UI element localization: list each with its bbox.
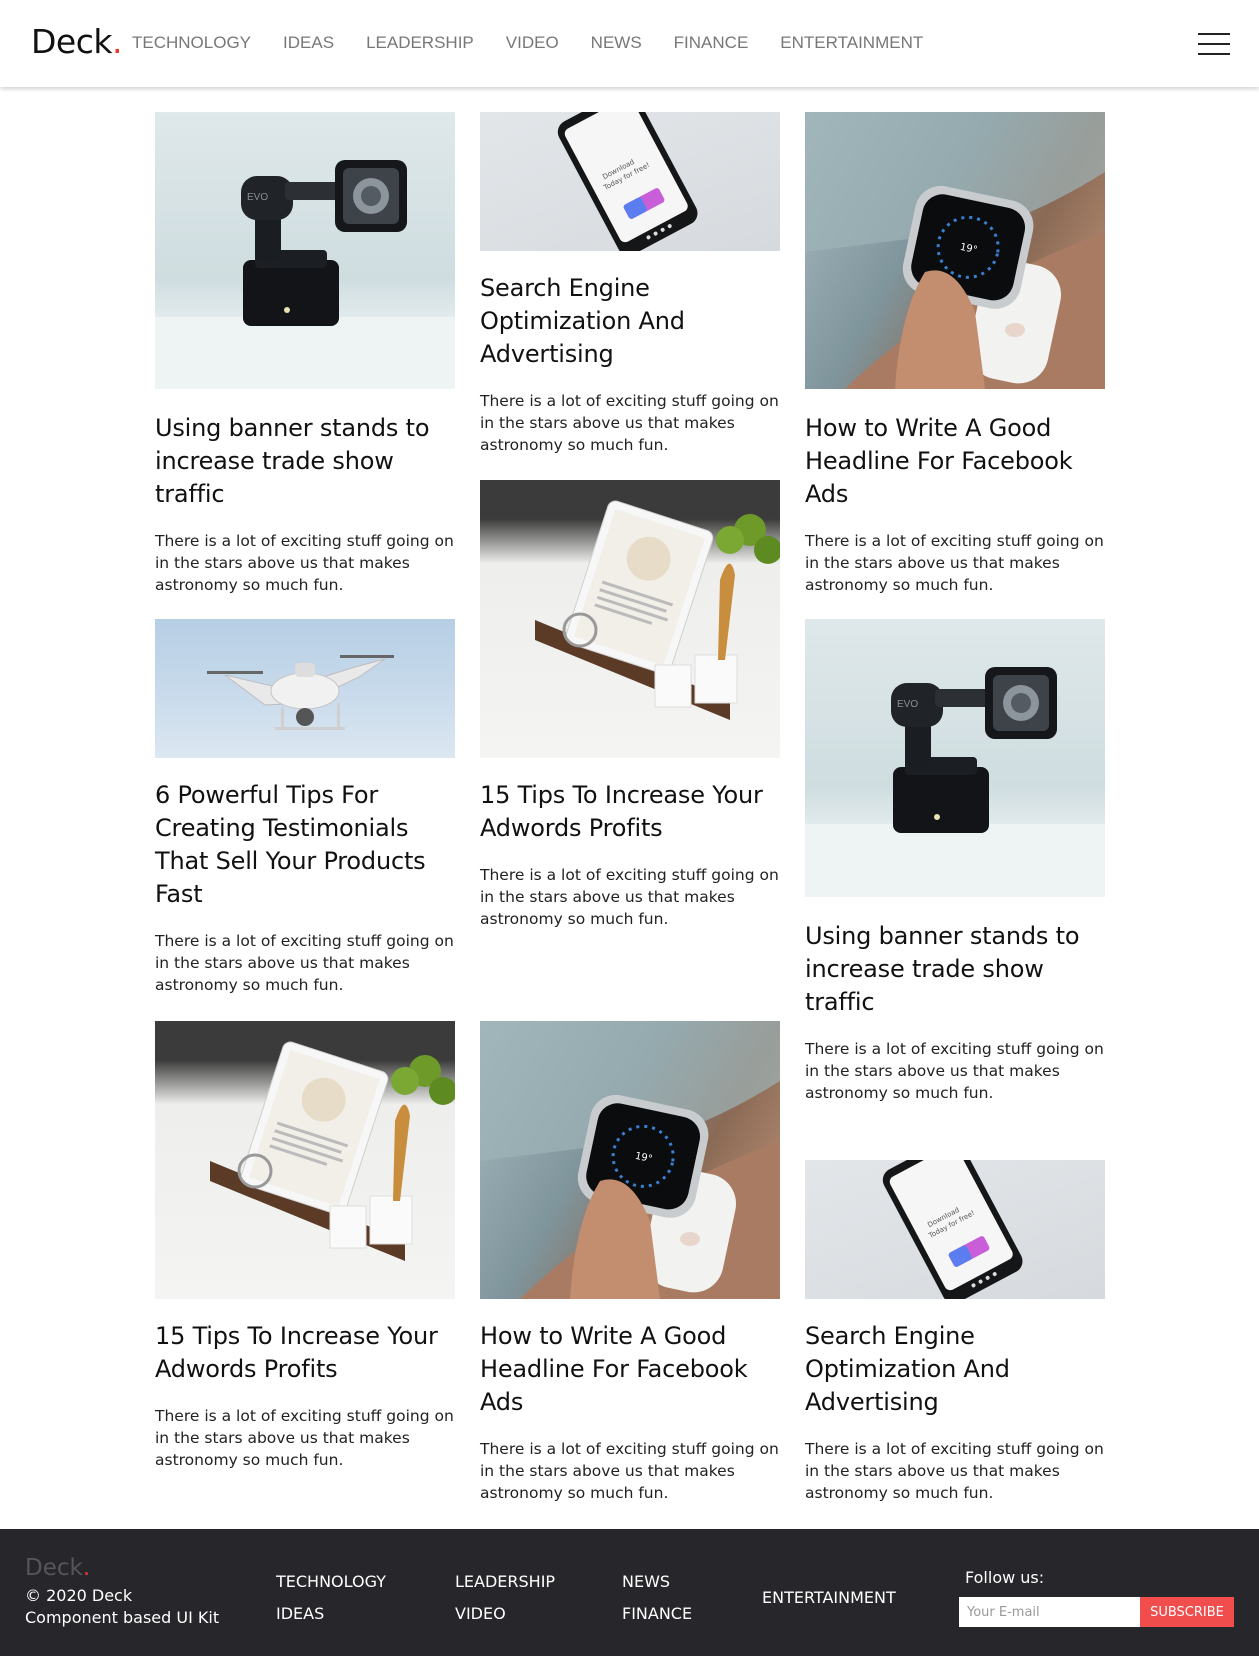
gimbal-camera-image[interactable]: EVO [805,619,1105,897]
footer-logo-text: Deck [25,1555,83,1581]
article-title[interactable]: Using banner stands to increase trade sh… [805,920,1105,1019]
smartwatch-image[interactable]: 19° [480,1021,780,1299]
nav-video[interactable]: VIDEO [506,33,559,53]
tablet-kitchen-image[interactable] [155,1021,455,1299]
top-navbar: Deck. TECHNOLOGY IDEAS LEADERSHIP VIDEO … [0,0,1259,87]
footer-logo-dot: . [82,1555,91,1581]
article-excerpt: There is a lot of exciting stuff going o… [155,1407,454,1469]
article-title[interactable]: 6 Powerful Tips For Creating Testimonial… [155,779,455,911]
article-title[interactable]: How to Write A Good Headline For Faceboo… [480,1320,780,1419]
article-title[interactable]: Using banner stands to increase trade sh… [155,412,455,511]
article-excerpt: There is a lot of exciting stuff going o… [155,532,454,594]
article-card[interactable]: 19° How to Write A Good Headline For Fac… [480,1021,780,1504]
smartphone-image[interactable]: Download Today for free! [480,112,780,251]
footer-link-entertainment[interactable]: ENTERTAINMENT [762,1588,896,1607]
site-footer: Deck. © 2020 Deck Component based UI Kit… [0,1529,1259,1656]
nav-finance[interactable]: FINANCE [674,33,749,53]
article-card[interactable]: Download Today for free! Search Engine O… [805,1160,1105,1504]
article-card[interactable]: EVO Using banner stands to increase trad… [155,112,455,596]
copyright-text: © 2020 Deck [25,1586,133,1605]
drone-image[interactable] [155,619,455,758]
footer-link-news[interactable]: NEWS [622,1572,670,1591]
footer-logo[interactable]: Deck. [25,1555,90,1581]
article-excerpt: There is a lot of exciting stuff going o… [805,1040,1104,1102]
article-excerpt: There is a lot of exciting stuff going o… [480,392,779,454]
article-card[interactable]: Download Today for free! Search Engine O… [480,112,780,456]
tablet-kitchen-image[interactable] [480,480,780,758]
brand-logo-dot: . [111,22,123,61]
footer-link-ideas[interactable]: IDEAS [276,1604,324,1623]
article-title[interactable]: Search Engine Optimization And Advertisi… [480,272,780,371]
svg-text:EVO: EVO [897,699,918,710]
smartwatch-image[interactable]: 19° [805,112,1105,389]
article-excerpt: There is a lot of exciting stuff going o… [480,1440,779,1502]
footer-link-video[interactable]: VIDEO [455,1604,506,1623]
brand-logo[interactable]: Deck. [31,22,122,61]
nav-leadership[interactable]: LEADERSHIP [366,33,474,53]
smartphone-image[interactable]: Download Today for free! [805,1160,1105,1299]
nav-entertainment[interactable]: ENTERTAINMENT [780,33,923,53]
tagline-text: Component based UI Kit [25,1608,220,1627]
article-card[interactable]: 6 Powerful Tips For Creating Testimonial… [155,619,455,996]
article-title[interactable]: How to Write A Good Headline For Faceboo… [805,412,1105,511]
footer-link-leadership[interactable]: LEADERSHIP [455,1572,555,1591]
article-title[interactable]: 15 Tips To Increase Your Adwords Profits [155,1320,455,1386]
nav-technology[interactable]: TECHNOLOGY [132,33,251,53]
follow-us-label: Follow us: [965,1568,1045,1587]
article-title[interactable]: Search Engine Optimization And Advertisi… [805,1320,1105,1419]
brand-logo-text: Deck [31,22,112,61]
article-excerpt: There is a lot of exciting stuff going o… [805,532,1104,594]
hamburger-menu-icon[interactable] [1198,33,1230,55]
article-excerpt: There is a lot of exciting stuff going o… [805,1440,1104,1502]
svg-text:EVO: EVO [247,192,268,203]
subscribe-button[interactable]: SUBSCRIBE [1140,1597,1234,1627]
article-excerpt: There is a lot of exciting stuff going o… [155,932,454,994]
footer-link-finance[interactable]: FINANCE [622,1604,692,1623]
nav-news[interactable]: NEWS [591,33,642,53]
article-card[interactable]: 15 Tips To Increase Your Adwords Profits… [480,480,780,930]
article-card[interactable]: 15 Tips To Increase Your Adwords Profits… [155,1021,455,1471]
article-excerpt: There is a lot of exciting stuff going o… [480,866,779,928]
email-input[interactable] [959,1597,1140,1627]
footer-link-technology[interactable]: TECHNOLOGY [276,1572,386,1591]
main-nav: TECHNOLOGY IDEAS LEADERSHIP VIDEO NEWS F… [132,33,955,53]
nav-ideas[interactable]: IDEAS [283,33,334,53]
article-card[interactable]: EVO Using banner stands to increase trad… [805,619,1105,1104]
article-title[interactable]: 15 Tips To Increase Your Adwords Profits [480,779,780,845]
footer-copyright: © 2020 Deck Component based UI Kit [25,1585,219,1629]
gimbal-camera-image[interactable]: EVO [155,112,455,389]
article-card[interactable]: 19° How to Write A Good Headline For Fac… [805,112,1105,596]
